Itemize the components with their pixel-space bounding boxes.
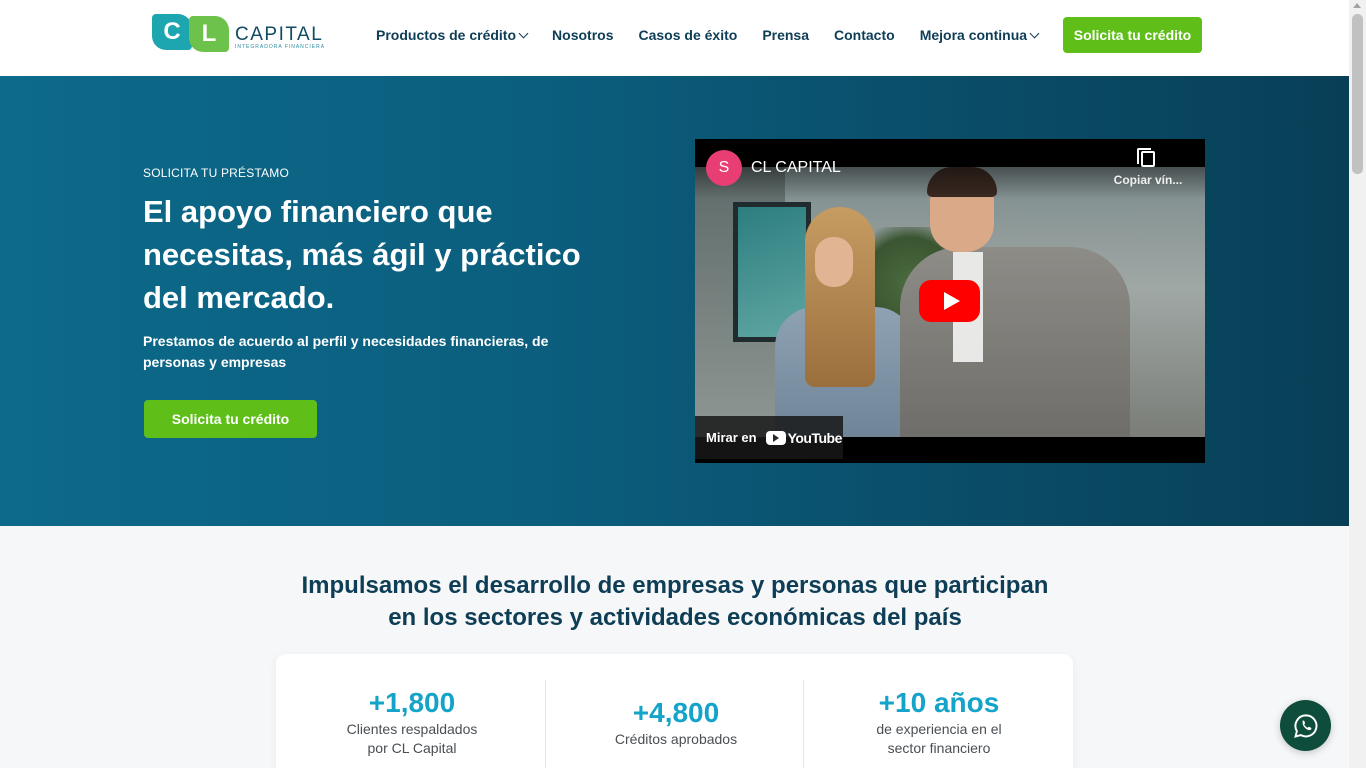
stat-credits: +4,800 Créditos aprobados	[592, 696, 760, 749]
nav-item-label: Contacto	[834, 27, 895, 43]
nav-item-label: Prensa	[762, 27, 810, 43]
video-title[interactable]: CL CAPITAL	[751, 159, 841, 177]
logo-mark: C L	[152, 14, 232, 52]
stat-label-line2: por CL Capital	[367, 740, 457, 756]
hero-eyebrow: SOLICITA TU PRÉSTAMO	[143, 166, 290, 180]
play-button[interactable]	[919, 280, 980, 322]
chevron-down-icon	[518, 28, 529, 38]
scrollbar-thumb[interactable]	[1352, 14, 1363, 174]
chevron-down-icon	[1029, 28, 1040, 38]
nav-prensa[interactable]: Prensa	[762, 27, 809, 43]
youtube-logo: YouTube	[765, 429, 843, 446]
stat-label-line2: sector financiero	[887, 740, 991, 756]
site-header: C L CAPITAL Integradora Financiera Produ…	[0, 0, 1349, 76]
nav-productos-de-credito[interactable]: Productos de crédito	[376, 27, 529, 43]
logo-text: CAPITAL Integradora Financiera	[235, 15, 325, 51]
nav-mejora-continua[interactable]: Mejora continua	[919, 27, 1040, 43]
watch-on-label: Mirar en	[706, 430, 757, 445]
main-nav: Productos de crédito Nosotros Casos de é…	[376, 0, 1063, 70]
copy-link-icon	[1137, 148, 1155, 167]
scroll-up-arrow-icon[interactable]	[1353, 3, 1361, 8]
logo-l-mark: L	[189, 16, 229, 52]
whatsapp-button[interactable]	[1280, 700, 1331, 751]
nav-casos-de-exito[interactable]: Casos de éxito	[638, 27, 737, 43]
stat-value: +4,800	[632, 697, 720, 728]
hero-section: SOLICITA TU PRÉSTAMO El apoyo financiero…	[0, 76, 1349, 526]
nav-item-label: Nosotros	[552, 27, 614, 43]
stat-label-line1: de experiencia en el	[876, 721, 1002, 737]
hero-request-credit-button[interactable]: Solicita tu crédito	[144, 400, 317, 438]
cl-capital-logo[interactable]: C L CAPITAL Integradora Financiera	[152, 13, 327, 53]
stat-divider	[545, 680, 546, 768]
watch-on-youtube-button[interactable]: Mirar en YouTube	[695, 416, 843, 459]
logo-name: CAPITAL	[235, 24, 324, 45]
whatsapp-icon	[1293, 713, 1317, 738]
nav-contacto[interactable]: Contacto	[834, 27, 895, 43]
youtube-video-embed[interactable]: S CL CAPITAL Copiar vín... Mirar en YouT…	[695, 139, 1205, 463]
stat-clients: +1,800 Clientes respaldados por CL Capit…	[338, 686, 486, 758]
logo-tagline: Integradora Financiera	[235, 44, 326, 50]
stat-label-line1: Créditos aprobados	[614, 731, 738, 747]
nav-nosotros[interactable]: Nosotros	[552, 27, 613, 43]
stat-experience: +10 años de experiencia en el sector fin…	[854, 686, 1024, 758]
stats-card: +1,800 Clientes respaldados por CL Capit…	[276, 654, 1073, 768]
stat-label-line1: Clientes respaldados	[346, 721, 478, 737]
stats-heading: Impulsamos el desarrollo de empresas y p…	[301, 572, 1049, 631]
youtube-wordmark: YouTube	[787, 429, 843, 446]
copy-link-button[interactable]: Copiar vín...	[1113, 148, 1183, 187]
copy-link-label: Copiar vín...	[1113, 173, 1183, 187]
page-scrollbar[interactable]	[1349, 0, 1366, 768]
stat-value: +1,800	[368, 687, 456, 718]
nav-item-label: Casos de éxito	[638, 27, 738, 43]
header-request-credit-button[interactable]: Solicita tu crédito	[1063, 17, 1202, 53]
hero-title: El apoyo financiero que necesitas, más á…	[143, 194, 581, 315]
nav-item-label: Productos de crédito	[376, 27, 517, 43]
logo-c-mark: C	[152, 14, 192, 50]
channel-avatar[interactable]: S	[706, 150, 742, 186]
hero-subtitle: Prestamos de acuerdo al perfil y necesid…	[143, 333, 549, 370]
youtube-play-icon	[765, 430, 786, 445]
nav-item-label: Mejora continua	[919, 27, 1028, 43]
play-icon	[943, 292, 960, 310]
stat-divider	[803, 680, 804, 768]
stat-value: +10 años	[878, 687, 1000, 718]
